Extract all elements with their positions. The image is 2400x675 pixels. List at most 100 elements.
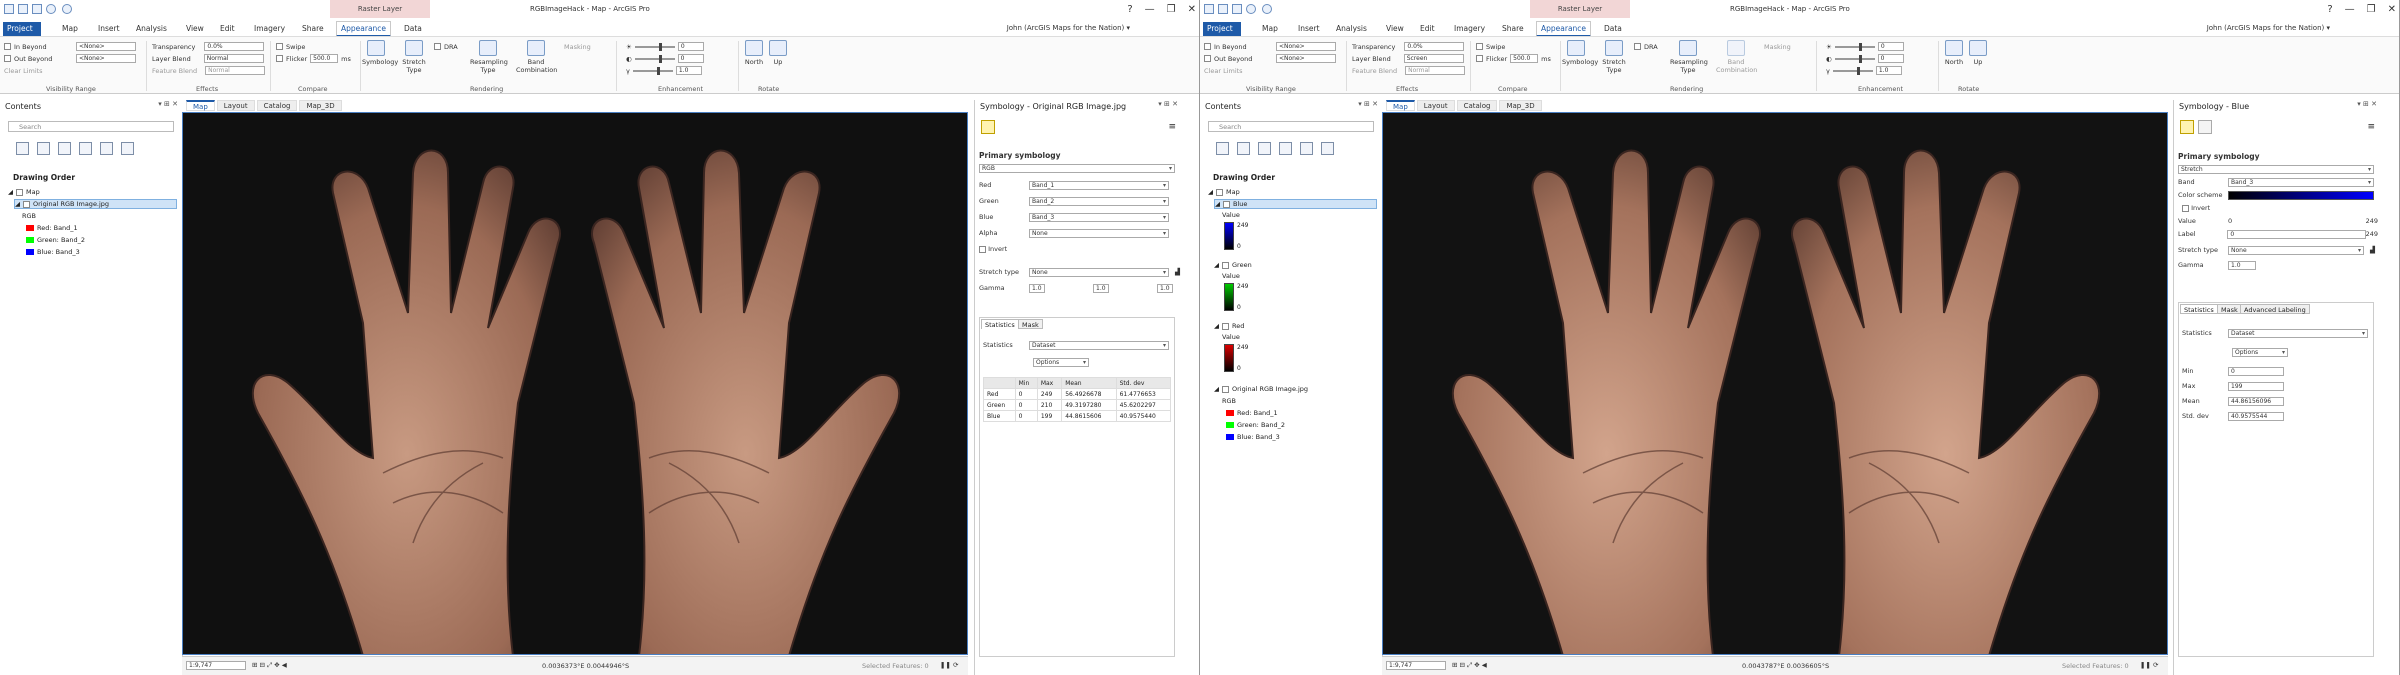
undo-icon[interactable]	[1246, 4, 1256, 14]
north-button[interactable]: North	[742, 40, 766, 66]
masking-button[interactable]: Masking	[564, 43, 591, 51]
tab-data[interactable]: Data	[1600, 22, 1626, 36]
swipe-icon[interactable]	[1476, 43, 1483, 50]
orig-layer-checkbox[interactable]	[1222, 385, 1229, 393]
list-by-snapping-icon[interactable]	[1300, 142, 1313, 155]
help-icon[interactable]: ?	[2327, 4, 2332, 15]
transparency-field[interactable]: 0.0%	[204, 42, 265, 51]
map-checkbox[interactable]	[1216, 188, 1223, 196]
tab-mask[interactable]: Mask	[2217, 304, 2242, 314]
tree-item-green[interactable]: Green	[1232, 261, 1252, 269]
minimize-icon[interactable]: —	[2345, 4, 2355, 15]
tab-project[interactable]: Project	[1203, 22, 1241, 36]
pane-controls[interactable]: ▾ ⊞ ✕	[1158, 100, 1178, 108]
brightness-slider[interactable]	[1834, 42, 1875, 51]
clear-limits-button[interactable]: Clear Limits	[4, 67, 43, 75]
new-project-icon[interactable]	[1204, 4, 1214, 14]
tab-share[interactable]: Share	[1498, 22, 1528, 36]
north-button[interactable]: North	[1942, 40, 1966, 66]
dra-icon[interactable]	[434, 43, 441, 50]
tab-project[interactable]: Project	[3, 22, 41, 36]
brightness-slider[interactable]	[634, 42, 675, 51]
blue-layer-checkbox[interactable]	[1223, 200, 1230, 208]
contrast-slider[interactable]	[634, 54, 675, 63]
resampling-type-button[interactable]: Resampling Type	[470, 40, 508, 74]
open-icon[interactable]	[18, 4, 28, 14]
map-checkbox[interactable]	[16, 188, 23, 196]
undo-icon[interactable]	[46, 4, 56, 14]
tab-data[interactable]: Data	[400, 22, 426, 36]
secondary-symbology-icon[interactable]	[2198, 120, 2212, 134]
stretch-type-button[interactable]: Stretch Type	[400, 40, 428, 74]
tab-imagery[interactable]: Imagery	[1450, 22, 1489, 36]
tab-imagery[interactable]: Imagery	[250, 22, 289, 36]
map-nav-icons[interactable]: ⊞ ⊟ ⤢ ✥ ◀	[252, 661, 287, 670]
expand-icon[interactable]: ◢	[1214, 261, 1219, 269]
symbology-button[interactable]: Symbology	[362, 40, 398, 66]
contents-search[interactable]: Search	[8, 121, 174, 132]
expand-icon[interactable]: ◢	[1208, 188, 1213, 196]
list-by-editing-icon[interactable]	[79, 142, 92, 155]
gamma-slider[interactable]	[632, 66, 673, 75]
value-min[interactable]: 0	[2228, 217, 2232, 225]
up-button[interactable]: Up	[768, 40, 788, 66]
flicker-field[interactable]: 500.0	[310, 54, 339, 63]
red-band-dropdown[interactable]: Band_1	[1029, 180, 1169, 190]
tree-item-map[interactable]: Map	[26, 188, 40, 196]
in-beyond-field[interactable]: <None>	[1276, 42, 1336, 51]
tab-map[interactable]: Map	[1258, 22, 1282, 36]
close-icon[interactable]: ✕	[2388, 4, 2396, 15]
pause-refresh-icons[interactable]: ❚❚ ⟳	[940, 661, 958, 669]
gamma-field[interactable]: 1.0	[1875, 66, 1902, 75]
list-by-labeling-icon[interactable]	[121, 142, 134, 155]
up-button[interactable]: Up	[1968, 40, 1988, 66]
tree-item-map[interactable]: Map	[1226, 188, 1240, 196]
contrast-slider[interactable]	[1834, 54, 1875, 63]
tab-view[interactable]: View	[1382, 22, 1408, 36]
masking-button[interactable]: Masking	[1764, 43, 1791, 51]
list-by-source-icon[interactable]	[37, 142, 50, 155]
tab-catalog[interactable]: Catalog	[256, 100, 298, 111]
red-layer-checkbox[interactable]	[1222, 322, 1229, 330]
renderer-dropdown[interactable]: RGB	[979, 163, 1175, 173]
out-beyond-field[interactable]: <None>	[76, 54, 136, 63]
open-icon[interactable]	[1218, 4, 1228, 14]
tab-map-3d[interactable]: Map_3D	[299, 100, 342, 111]
expand-icon[interactable]: ◢	[1214, 385, 1219, 393]
options-button[interactable]: Options	[1033, 357, 1089, 367]
invert-checkbox[interactable]	[979, 245, 986, 253]
layer-checkbox[interactable]	[23, 200, 30, 208]
stretch-type-dropdown[interactable]: None	[2228, 245, 2364, 255]
user-account[interactable]: John (ArcGIS Maps for the Nation) ▾	[1007, 24, 1130, 32]
invert-checkbox[interactable]	[2182, 204, 2189, 212]
close-icon[interactable]: ✕	[1188, 4, 1196, 15]
in-beyond-field[interactable]: <None>	[76, 42, 136, 51]
tab-insert[interactable]: Insert	[1294, 22, 1324, 36]
flicker-icon[interactable]	[1476, 55, 1483, 62]
list-by-selection-icon[interactable]	[58, 142, 71, 155]
expand-icon[interactable]: ◢	[1215, 200, 1220, 208]
pane-controls[interactable]: ▾ ⊞ ✕	[1358, 100, 1378, 108]
flicker-icon[interactable]	[276, 55, 283, 62]
maximize-icon[interactable]: ❐	[1167, 4, 1176, 15]
dra-icon[interactable]	[1634, 43, 1641, 50]
gamma-green-field[interactable]: 1.0	[1093, 283, 1109, 293]
tab-advanced-labeling[interactable]: Advanced Labeling	[2240, 304, 2310, 314]
pane-controls[interactable]: ▾ ⊞ ✕	[2357, 100, 2377, 108]
brightness-field[interactable]: 0	[677, 42, 704, 51]
tree-item-red[interactable]: Red	[1232, 322, 1244, 330]
tree-item-layer[interactable]: Original RGB Image.jpg	[33, 200, 109, 208]
list-by-source-icon[interactable]	[1237, 142, 1250, 155]
contrast-field[interactable]: 0	[1877, 54, 1904, 63]
tab-map-view[interactable]: Map	[186, 100, 215, 111]
save-icon[interactable]	[32, 4, 42, 14]
gamma-slider[interactable]	[1832, 66, 1873, 75]
brightness-field[interactable]: 0	[1877, 42, 1904, 51]
band-combination-button[interactable]: Band Combination	[516, 40, 557, 74]
in-beyond-icon[interactable]	[4, 43, 11, 50]
tab-map-3d[interactable]: Map_3D	[1499, 100, 1542, 111]
out-beyond-icon[interactable]	[1204, 55, 1211, 62]
tab-map[interactable]: Map	[58, 22, 82, 36]
band-combination-button[interactable]: Band Combination	[1716, 40, 1757, 74]
tab-insert[interactable]: Insert	[94, 22, 124, 36]
